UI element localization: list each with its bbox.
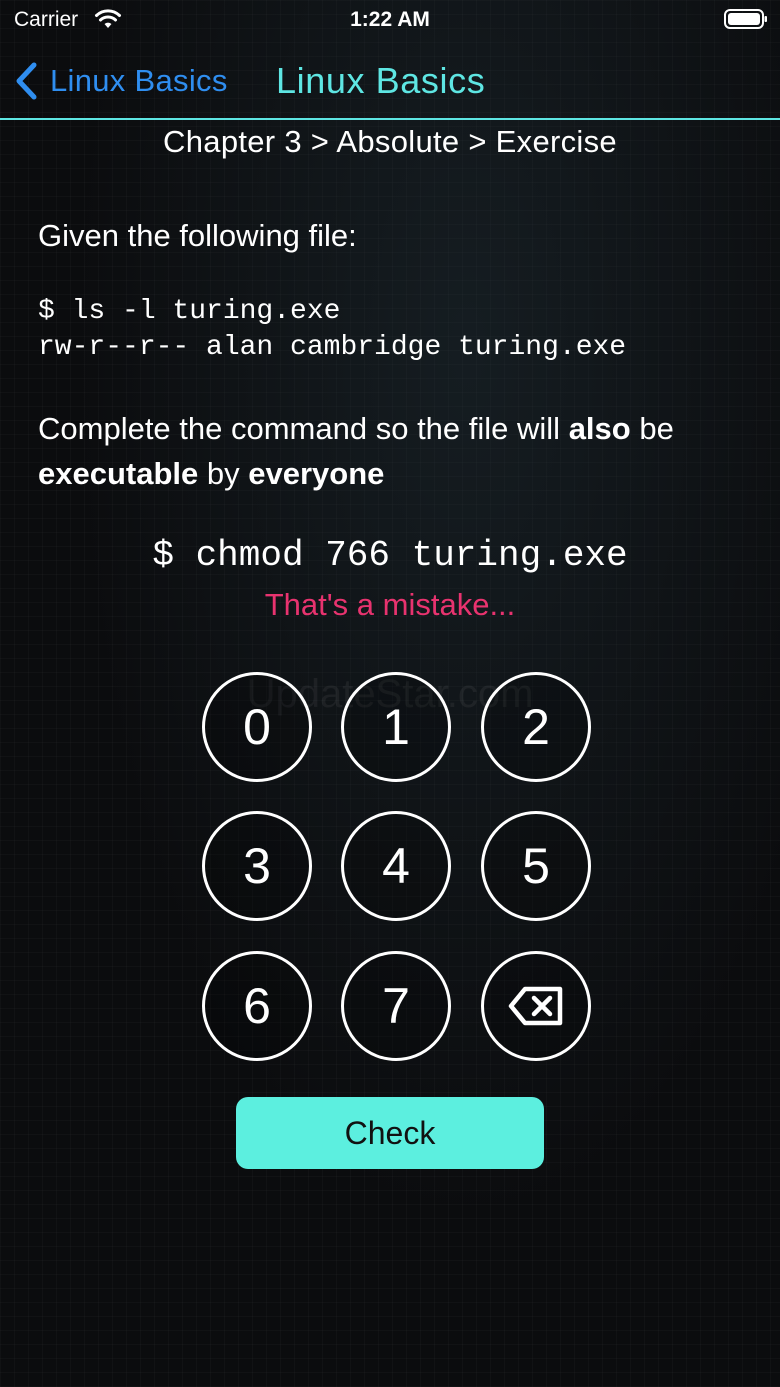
question-emphasis: executable bbox=[38, 456, 199, 491]
question-text: be bbox=[630, 411, 674, 446]
code-line: rw-r--r-- alan cambridge turing.exe bbox=[38, 332, 627, 363]
back-button[interactable]: Linux Basics bbox=[14, 58, 228, 104]
key-7[interactable]: 7 bbox=[341, 951, 451, 1061]
page-title: Linux Basics bbox=[276, 60, 486, 101]
feedback-message: That's a mistake... bbox=[264, 587, 516, 622]
command-answer: $ chmod 766 turing.exe bbox=[152, 535, 628, 576]
question-text: by bbox=[198, 456, 249, 491]
question-emphasis: everyone bbox=[248, 456, 385, 491]
delete-button[interactable] bbox=[481, 951, 591, 1061]
key-2[interactable]: 2 bbox=[481, 672, 591, 782]
code-line: $ ls -l turing.exe bbox=[38, 296, 341, 327]
keypad: 0 1 2 3 4 5 6 7 bbox=[200, 670, 596, 1066]
key-5[interactable]: 5 bbox=[481, 811, 591, 921]
delete-icon bbox=[508, 986, 563, 1026]
breadcrumb: Chapter 3 > Absolute > Exercise bbox=[163, 124, 617, 159]
key-6[interactable]: 6 bbox=[202, 951, 312, 1061]
question-emphasis: also bbox=[568, 411, 631, 446]
chevron-left-icon bbox=[16, 62, 37, 100]
check-button[interactable]: Check bbox=[236, 1097, 544, 1169]
key-0[interactable]: 0 bbox=[202, 672, 312, 782]
key-4[interactable]: 4 bbox=[341, 811, 451, 921]
code-block: $ ls -l turing.exe rw-r--r-- alan cambrid… bbox=[38, 294, 626, 366]
nav-divider bbox=[0, 118, 780, 120]
back-button-label: Linux Basics bbox=[50, 63, 228, 98]
key-1[interactable]: 1 bbox=[341, 672, 451, 782]
navigation-bar: Linux Basics Linux Basics bbox=[0, 50, 780, 120]
battery-icon bbox=[724, 9, 767, 29]
exercise-intro: Given the following file: bbox=[38, 218, 357, 253]
exercise-question: Complete the command so the file will al… bbox=[38, 406, 748, 496]
status-time: 1:22 AM bbox=[350, 8, 430, 31]
status-bar: Carrier 1:22 AM bbox=[0, 0, 780, 42]
question-text: Complete the command so the file will bbox=[38, 411, 569, 446]
key-3[interactable]: 3 bbox=[202, 811, 312, 921]
